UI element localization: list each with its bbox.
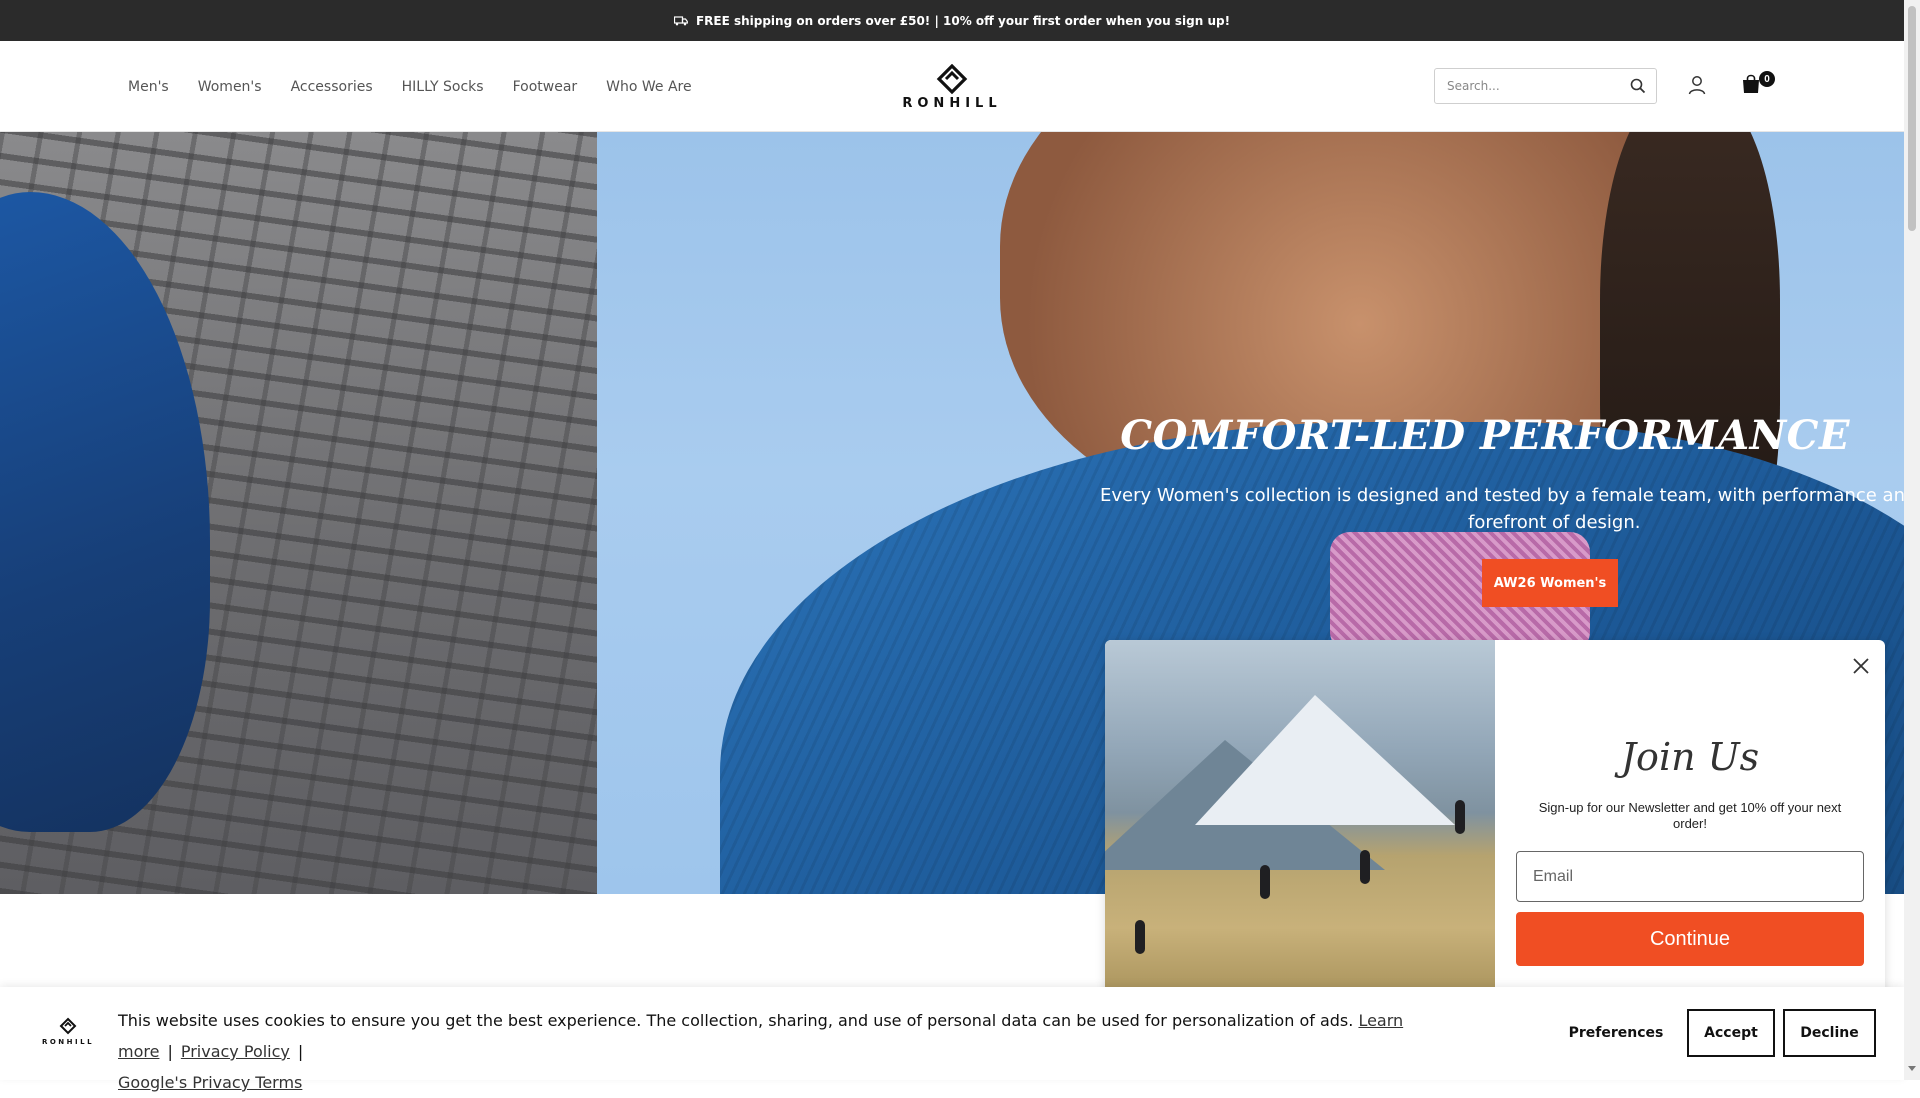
- cookie-banner: RONHILL This website uses cookies to ens…: [0, 987, 1904, 1092]
- nav-hilly-socks[interactable]: HILLY Socks: [402, 79, 484, 95]
- hero-image-cobblestones: [0, 132, 597, 894]
- cookie-text: This website uses cookies to ensure you …: [118, 1011, 1354, 1030]
- announcement-bar: FREE shipping on orders over £50! | 10% …: [0, 0, 1904, 41]
- main-nav: Men's Women's Accessories HILLY Socks Fo…: [128, 41, 721, 132]
- nav-mens[interactable]: Men's: [128, 79, 169, 95]
- ronhill-logo[interactable]: RONHILL: [885, 64, 1019, 110]
- close-icon: [1853, 658, 1869, 674]
- popup-image-trail-runners: [1105, 640, 1495, 1000]
- popup-image-runner: [1455, 800, 1465, 834]
- announcement-text: FREE shipping on orders over £50! | 10% …: [695, 13, 1231, 28]
- continue-button[interactable]: Continue: [1516, 912, 1864, 966]
- popup-image-runner: [1360, 850, 1370, 884]
- shopping-bag-icon[interactable]: [1742, 74, 1760, 94]
- nav-footwear[interactable]: Footwear: [513, 79, 578, 95]
- cookie-separator: |: [297, 1042, 304, 1061]
- cookie-decline-button[interactable]: Decline: [1783, 1009, 1876, 1057]
- hero-title: COMFORT-LED PERFORMANCE: [1120, 412, 1850, 459]
- popup-description: Sign-up for our Newsletter and get 10% o…: [1538, 800, 1842, 831]
- popup-close-button[interactable]: [1849, 654, 1873, 678]
- account-icon[interactable]: [1688, 75, 1706, 95]
- hero-cta-button[interactable]: AW26 Women's: [1482, 559, 1618, 607]
- cookie-banner-logo: RONHILL: [42, 1017, 94, 1046]
- popup-image-mountain: [1195, 695, 1455, 825]
- hero-subtitle-line2: forefront of design.: [1468, 512, 1641, 533]
- logo-wordmark: RONHILL: [902, 96, 1001, 110]
- ronhill-emblem-icon: [59, 1017, 77, 1035]
- cookie-logo-wordmark: RONHILL: [42, 1038, 94, 1046]
- privacy-policy-link[interactable]: Privacy Policy: [181, 1042, 290, 1061]
- nav-accessories[interactable]: Accessories: [291, 79, 373, 95]
- scroll-down-arrow-icon[interactable]: [1908, 1066, 1916, 1071]
- email-field[interactable]: [1516, 851, 1864, 902]
- page-scrollbar[interactable]: [1904, 0, 1920, 1080]
- site-header: Men's Women's Accessories HILLY Socks Fo…: [0, 41, 1904, 132]
- cookie-preferences-button[interactable]: Preferences: [1556, 1009, 1676, 1057]
- cart-count-badge: 0: [1759, 71, 1775, 87]
- search-box[interactable]: [1434, 68, 1657, 104]
- popup-title: Join Us: [1620, 735, 1760, 779]
- cookie-message: This website uses cookies to ensure you …: [118, 1005, 1518, 1098]
- google-privacy-terms-link[interactable]: Google's Privacy Terms: [118, 1073, 302, 1092]
- newsletter-popup: Join Us Sign-up for our Newsletter and g…: [1105, 640, 1885, 1000]
- cookie-accept-button[interactable]: Accept: [1687, 1009, 1775, 1057]
- hero-subtitle: Every Women's collection is designed and…: [1100, 482, 1904, 536]
- hero-subtitle-line1: Every Women's collection is designed and…: [1100, 485, 1904, 506]
- nav-womens[interactable]: Women's: [198, 79, 262, 95]
- ronhill-emblem-icon: [936, 64, 968, 95]
- popup-image-runner: [1135, 920, 1145, 954]
- hero-image-runner-arm: [0, 192, 210, 832]
- cookie-separator: |: [167, 1042, 173, 1061]
- scrollbar-thumb[interactable]: [1908, 6, 1916, 231]
- popup-image-runner: [1260, 865, 1270, 899]
- search-input[interactable]: [1435, 69, 1615, 103]
- search-icon[interactable]: [1630, 78, 1646, 94]
- nav-who-we-are[interactable]: Who We Are: [606, 79, 691, 95]
- delivery-truck-icon: [673, 15, 688, 25]
